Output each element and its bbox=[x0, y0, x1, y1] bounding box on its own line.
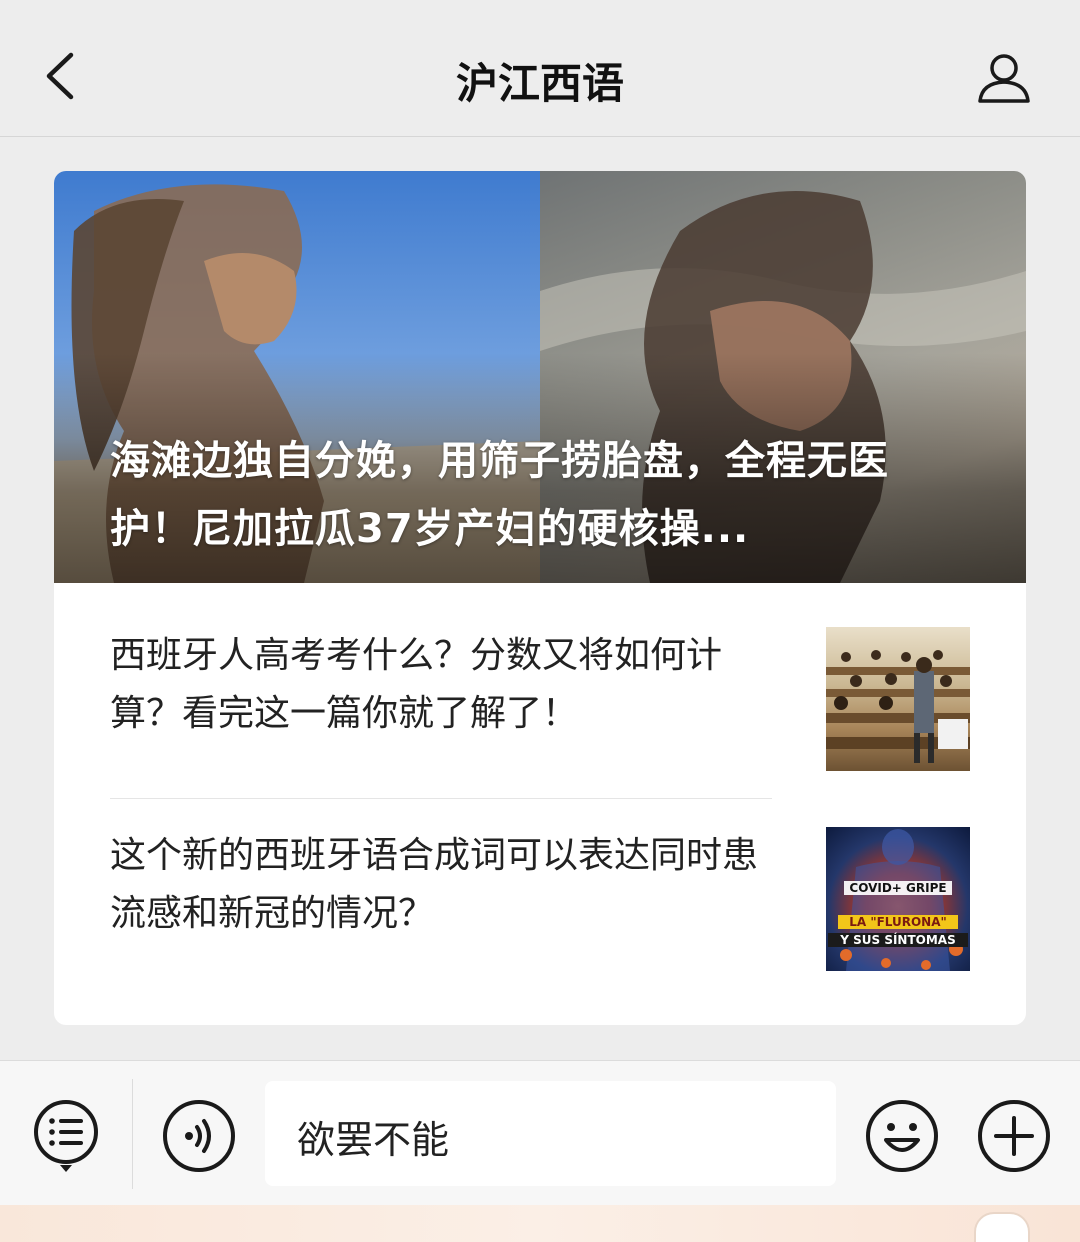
profile-button[interactable] bbox=[974, 48, 1034, 108]
article-thumbnail bbox=[826, 627, 970, 771]
mascot-icon bbox=[974, 1212, 1030, 1242]
message-input-text: 欲罢不能 bbox=[297, 1118, 450, 1162]
list-menu-icon bbox=[34, 1100, 98, 1172]
voice-icon bbox=[163, 1100, 235, 1172]
divider bbox=[132, 1079, 133, 1189]
footer-banner bbox=[0, 1205, 1080, 1242]
page-title: 沪江西语 bbox=[455, 59, 624, 108]
article-card: 海滩边独自分娩，用筛子捞胎盘，全程无医护！尼加拉瓜37岁产妇的硬核操... 西班… bbox=[54, 171, 1026, 1025]
thumbnail-caption: Y SUS SÍNTOMAS bbox=[828, 933, 968, 947]
voice-button[interactable] bbox=[161, 1098, 237, 1174]
list-item[interactable]: 这个新的西班牙语合成词可以表达同时患流感和新冠的情况？ COVID+ GRIPE… bbox=[110, 801, 972, 1001]
thumbnail-caption: LA "FLURONA" bbox=[838, 915, 958, 929]
list-item[interactable]: 西班牙人高考考什么？分数又将如何计算？看完这一篇你就了解了！ bbox=[110, 601, 972, 801]
message-input[interactable]: 欲罢不能 bbox=[265, 1081, 836, 1186]
emoji-button[interactable] bbox=[864, 1098, 940, 1174]
featured-title: 海滩边独自分娩，用筛子捞胎盘，全程无医护！尼加拉瓜37岁产妇的硬核操... bbox=[110, 438, 889, 552]
article-title: 西班牙人高考考什么？分数又将如何计算？看完这一篇你就了解了！ bbox=[110, 635, 723, 734]
person-icon bbox=[978, 54, 1030, 103]
featured-article[interactable]: 海滩边独自分娩，用筛子捞胎盘，全程无医护！尼加拉瓜37岁产妇的硬核操... bbox=[54, 171, 1026, 583]
top-nav-bar: 沪江西语 bbox=[0, 0, 1080, 137]
article-thumbnail: COVID+ GRIPE LA "FLURONA" Y SUS SÍNTOMAS bbox=[826, 827, 970, 971]
add-button[interactable] bbox=[976, 1098, 1052, 1174]
message-input-bar: 欲罢不能 bbox=[0, 1060, 1080, 1205]
thumbnail-caption: COVID+ GRIPE bbox=[844, 881, 952, 895]
article-title: 这个新的西班牙语合成词可以表达同时患流感和新冠的情况？ bbox=[110, 835, 759, 934]
menu-button[interactable] bbox=[30, 1097, 102, 1177]
divider bbox=[110, 798, 772, 799]
emoji-icon bbox=[866, 1100, 938, 1172]
plus-icon bbox=[978, 1100, 1050, 1172]
